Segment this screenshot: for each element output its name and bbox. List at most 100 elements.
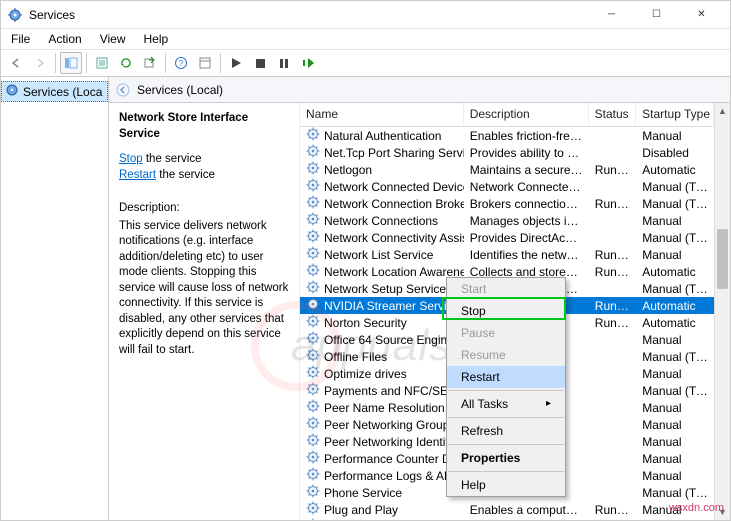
toolbar-sep <box>220 53 221 73</box>
main-content: Network Store Interface Service Stop the… <box>109 103 730 520</box>
help-button[interactable]: ? <box>170 52 192 74</box>
gear-icon <box>306 246 320 263</box>
menubar: File Action View Help <box>1 29 730 49</box>
cell-startup: Manual (Trig... <box>636 231 714 245</box>
ctx-resume: Resume <box>447 344 565 366</box>
table-row[interactable]: Net.Tcp Port Sharing ServiceProvides abi… <box>300 144 714 161</box>
ctx-stop[interactable]: Stop <box>447 300 565 322</box>
cell-startup: Manual <box>636 248 714 262</box>
gear-icon <box>306 161 320 178</box>
gear-icon <box>306 348 320 365</box>
gear-icon <box>306 314 320 331</box>
col-header-name[interactable]: Name <box>300 103 464 126</box>
tree-item-label: Services (Loca <box>23 85 102 99</box>
main-header-title: Services (Local) <box>137 83 223 97</box>
titlebar: Services ─ ☐ ✕ <box>1 1 730 29</box>
forward-button[interactable] <box>29 52 51 74</box>
table-row[interactable]: Natural AuthenticationEnables friction-f… <box>300 127 714 144</box>
maximize-button[interactable]: ☐ <box>634 1 679 29</box>
back-arrow-icon[interactable] <box>115 82 131 98</box>
cell-name: Network Connection Broker <box>324 197 464 211</box>
col-header-status[interactable]: Status <box>589 103 637 126</box>
restart-service-button[interactable] <box>297 52 319 74</box>
cell-startup: Automatic <box>636 163 714 177</box>
properties-button[interactable] <box>194 52 216 74</box>
table-row[interactable]: NetlogonMaintains a secure cha...Running… <box>300 161 714 178</box>
stop-service-link[interactable]: Stop <box>119 153 143 165</box>
selected-service-name: Network Store Interface Service <box>119 111 289 142</box>
cell-name: Plug and Play <box>324 503 398 517</box>
vertical-scrollbar[interactable]: ▲ ▼ <box>714 103 730 520</box>
back-button[interactable] <box>5 52 27 74</box>
table-row[interactable]: Network Connectivity AssistantProvides D… <box>300 229 714 246</box>
restart-service-link[interactable]: Restart <box>119 169 156 181</box>
menu-action[interactable]: Action <box>40 30 89 48</box>
services-window: Services ─ ☐ ✕ File Action View Help ? <box>0 0 731 521</box>
ctx-help[interactable]: Help <box>447 474 565 496</box>
ctx-separator <box>448 417 564 418</box>
start-service-button[interactable] <box>225 52 247 74</box>
stop-service-button[interactable] <box>249 52 271 74</box>
cell-startup: Automatic <box>636 299 714 313</box>
refresh-button[interactable] <box>115 52 137 74</box>
cell-name: Network Location Awareness <box>324 265 464 279</box>
tree-item-services[interactable]: Services (Loca <box>1 81 108 102</box>
table-row[interactable]: Network ConnectionsManages objects in th… <box>300 212 714 229</box>
cell-name: Performance Counter DLL Hos <box>324 452 464 466</box>
minimize-button[interactable]: ─ <box>589 1 634 29</box>
cell-startup: Manual (Trig... <box>636 180 714 194</box>
ctx-separator <box>448 444 564 445</box>
gear-icon <box>306 518 320 520</box>
ctx-restart[interactable]: Restart <box>447 366 565 388</box>
cell-description: Brokers connections t... <box>464 197 589 211</box>
menu-view[interactable]: View <box>92 30 134 48</box>
gear-icon <box>306 382 320 399</box>
col-header-startup[interactable]: Startup Type <box>636 103 714 126</box>
gear-icon <box>306 416 320 433</box>
gear-icon <box>306 467 320 484</box>
cell-name: Phone Service <box>324 486 402 500</box>
table-row[interactable]: Network Connected Devices Auto-Set...Net… <box>300 178 714 195</box>
ctx-refresh[interactable]: Refresh <box>447 420 565 442</box>
export-button[interactable] <box>139 52 161 74</box>
show-hide-tree-button[interactable] <box>60 52 82 74</box>
table-row[interactable]: Network Connection BrokerBrokers connect… <box>300 195 714 212</box>
gear-icon <box>306 501 320 518</box>
cell-description: Provides DirectAccess ... <box>464 231 589 245</box>
cell-description: Maintains a secure cha... <box>464 163 589 177</box>
ctx-all-tasks[interactable]: All Tasks <box>447 393 565 415</box>
scroll-track[interactable] <box>715 119 730 504</box>
gear-icon <box>306 433 320 450</box>
scroll-down-button[interactable]: ▼ <box>715 504 730 520</box>
col-header-description[interactable]: Description <box>464 103 589 126</box>
close-button[interactable]: ✕ <box>679 1 724 29</box>
export-list-button[interactable] <box>91 52 113 74</box>
table-row[interactable]: PNRP Machine Name Publication Serv...Thi… <box>300 518 714 520</box>
nav-tree: Services (Loca <box>1 77 109 520</box>
ctx-pause: Pause <box>447 322 565 344</box>
cell-status: Running <box>589 316 636 330</box>
cell-name: PNRP Machine Name Publication Serv... <box>324 520 464 521</box>
cell-startup: Manual <box>636 503 714 517</box>
table-row[interactable]: Network List ServiceIdentifies the netwo… <box>300 246 714 263</box>
cell-name: Office 64 Source Engine <box>324 333 454 347</box>
list-header: Name Description Status Startup Type <box>300 103 714 127</box>
description-text: This service delivers network notificati… <box>119 219 289 359</box>
ctx-properties[interactable]: Properties <box>447 447 565 469</box>
cell-startup: Manual <box>636 435 714 449</box>
menu-help[interactable]: Help <box>136 30 177 48</box>
gear-icon <box>306 399 320 416</box>
cell-startup: Manual <box>636 129 714 143</box>
pause-service-button[interactable] <box>273 52 295 74</box>
cell-startup: Manual (Trig... <box>636 384 714 398</box>
cell-name: Peer Networking Identity Man <box>324 435 464 449</box>
cell-startup: Disabled <box>636 146 714 160</box>
scroll-up-button[interactable]: ▲ <box>715 103 730 119</box>
menu-file[interactable]: File <box>3 30 38 48</box>
services-app-icon <box>7 7 23 23</box>
table-row[interactable]: Plug and PlayEnables a computer to...Run… <box>300 501 714 518</box>
description-label: Description: <box>119 201 289 217</box>
toolbar: ? <box>1 49 730 77</box>
ctx-start: Start <box>447 278 565 300</box>
scroll-thumb[interactable] <box>717 229 728 289</box>
